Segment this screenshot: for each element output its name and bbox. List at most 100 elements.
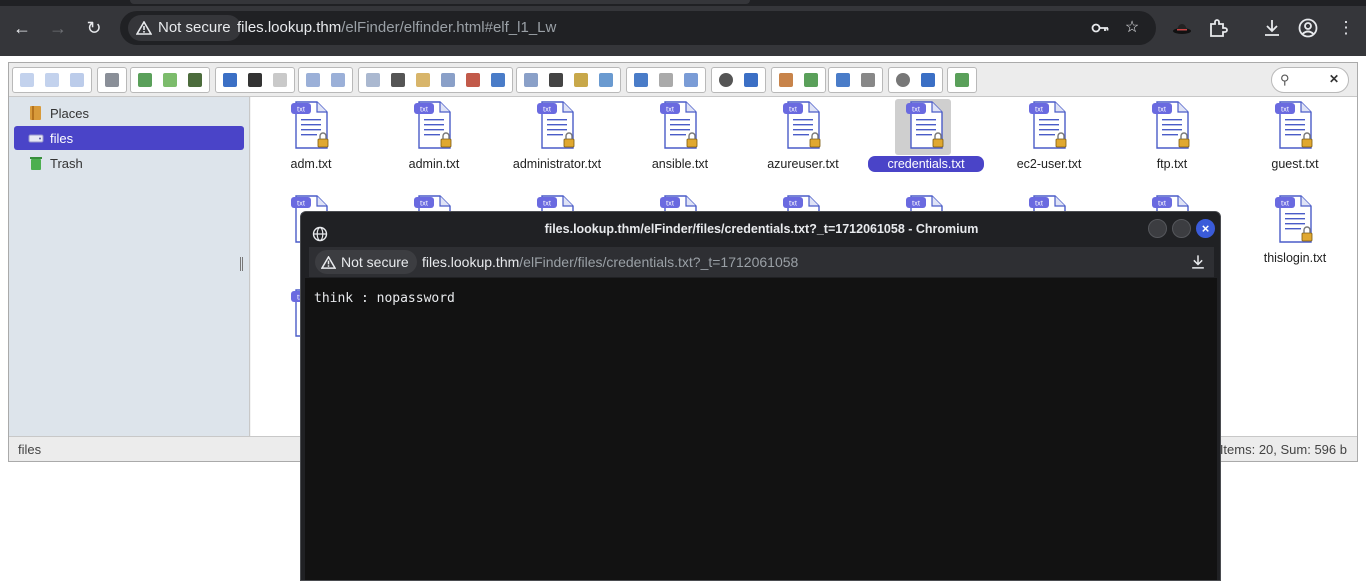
file-item[interactable]: txt admin.txt [374,99,494,189]
file-name: thislogin.txt [1263,251,1327,265]
file-item[interactable]: txt thislogin.txt [1235,193,1355,283]
warning-triangle-icon [136,21,152,35]
url-text[interactable]: files.lookup.thm/elFinder/elfinder.html#… [237,11,556,45]
profile-icon[interactable] [1296,16,1320,40]
download-icon[interactable] [1260,16,1284,40]
mkdir-tool-icon[interactable] [133,69,157,91]
svg-text:txt: txt [297,105,306,114]
forward-tool-icon[interactable] [40,69,64,91]
copy-tool-icon[interactable] [361,69,385,91]
file-item[interactable]: txt ec2-user.txt [989,99,1109,189]
file-name: administrator.txt [512,157,602,171]
search-box[interactable]: ⚲ ✕ [1271,67,1349,93]
elfinder-toolbar: ⚲ ✕ [9,63,1357,97]
back-arrow-icon[interactable]: ← [8,14,36,42]
reload-icon[interactable]: ↻ [80,14,108,42]
toolbar-group-clipboard [358,67,513,93]
file-item[interactable]: txt guest.txt [1235,99,1355,189]
cut-tool-icon[interactable] [386,69,410,91]
forward-arrow-icon[interactable]: → [44,14,72,42]
popup-address-bar[interactable]: Not secure files.lookup.thm/elFinder/fil… [309,247,1214,277]
nav-item-label: Places [50,105,90,121]
navbar-resize-handle[interactable] [240,257,243,271]
nav-item-places[interactable]: Places [14,101,244,125]
info-tool-icon[interactable] [739,69,763,91]
toolbar-group-undo [298,67,353,93]
open-tool-icon[interactable] [218,69,242,91]
settings-gear-icon[interactable] [891,69,915,91]
security-chip[interactable]: Not secure [128,15,241,41]
text-file-icon: txt [537,101,575,149]
up-tool-icon[interactable] [65,69,89,91]
popup-titlebar[interactable]: files.lookup.thm/elFinder/files/credenti… [301,212,1220,246]
popup-security-label: Not secure [341,254,409,270]
tab-strip [0,0,1366,6]
file-name: adm.txt [290,157,332,171]
file-name: azureuser.txt [767,157,839,171]
file-item[interactable]: txt ftp.txt [1112,99,1232,189]
mkfile-tool-icon[interactable] [158,69,182,91]
toolbar-group-create [130,67,210,93]
file-item[interactable]: txt adm.txt [251,99,371,189]
back-tool-icon[interactable] [15,69,39,91]
nav-item-trash[interactable]: Trash [14,151,244,175]
popup-url-text[interactable]: files.lookup.thm/elFinder/files/credenti… [422,247,798,277]
svg-text:txt: txt [1281,199,1290,208]
copy-to-tool-icon[interactable] [519,69,543,91]
active-tab-edge[interactable] [130,0,750,4]
extension-hat-icon[interactable] [1170,16,1194,40]
extract-tool-icon[interactable] [774,69,798,91]
select-tool-icon[interactable] [268,69,292,91]
upload-tool-icon[interactable] [183,69,207,91]
svg-text:txt: txt [789,199,798,208]
minimize-button[interactable] [1148,219,1167,238]
netmount-tool-icon[interactable] [100,69,124,91]
download-tool-icon[interactable] [243,69,267,91]
status-path: files [18,442,42,457]
text-file-icon: txt [1275,195,1313,243]
help-tool-icon[interactable] [916,69,940,91]
close-button[interactable]: × [1196,219,1215,238]
archive-tool-icon[interactable] [799,69,823,91]
file-item[interactable]: txt ansible.txt [620,99,740,189]
tiles-view-tool-icon[interactable] [679,69,703,91]
key-icon[interactable] [1090,18,1110,38]
maximize-button[interactable] [1172,219,1191,238]
svg-text:txt: txt [912,105,921,114]
edit-tool-icon[interactable] [569,69,593,91]
file-item[interactable]: txt credentials.txt [866,99,986,189]
menu-kebab-icon[interactable]: ⋮ [1334,16,1358,40]
svg-text:txt: txt [666,105,675,114]
svg-text:txt: txt [297,199,306,208]
list-view-tool-icon[interactable] [831,69,855,91]
popup-content: think : nopassword [305,278,1217,580]
svg-text:txt: txt [543,199,552,208]
select-all-tool-icon[interactable] [544,69,568,91]
popup-window: files.lookup.thm/elFinder/files/credenti… [300,211,1221,581]
redo-tool-icon[interactable] [326,69,350,91]
navbar: Places files Trash [9,97,250,436]
svg-text:txt: txt [789,105,798,114]
file-item[interactable]: txt azureuser.txt [743,99,863,189]
nav-item-files[interactable]: files [14,126,244,150]
grid-view-tool-icon[interactable] [654,69,678,91]
popup-security-chip[interactable]: Not secure [315,250,417,274]
sort-tool-icon[interactable] [856,69,880,91]
preview-eye-icon[interactable] [714,69,738,91]
bookmark-star-icon[interactable]: ☆ [1122,18,1142,38]
address-bar[interactable]: Not secure files.lookup.thm/elFinder/elf… [120,11,1156,45]
file-content-text: think : nopassword [314,291,455,306]
rename-tool-icon[interactable] [486,69,510,91]
file-name: ftp.txt [1156,157,1188,171]
clear-search-icon[interactable]: ✕ [1329,72,1339,86]
extensions-puzzle-icon[interactable] [1206,16,1230,40]
duplicate-tool-icon[interactable] [436,69,460,91]
file-item[interactable]: txt administrator.txt [497,99,617,189]
fullscreen-tool-icon[interactable] [950,69,974,91]
delete-tool-icon[interactable] [461,69,485,91]
popup-download-icon[interactable] [1188,252,1208,272]
undo-tool-icon[interactable] [301,69,325,91]
icons-view-tool-icon[interactable] [629,69,653,91]
paste-tool-icon[interactable] [411,69,435,91]
resize-tool-icon[interactable] [594,69,618,91]
